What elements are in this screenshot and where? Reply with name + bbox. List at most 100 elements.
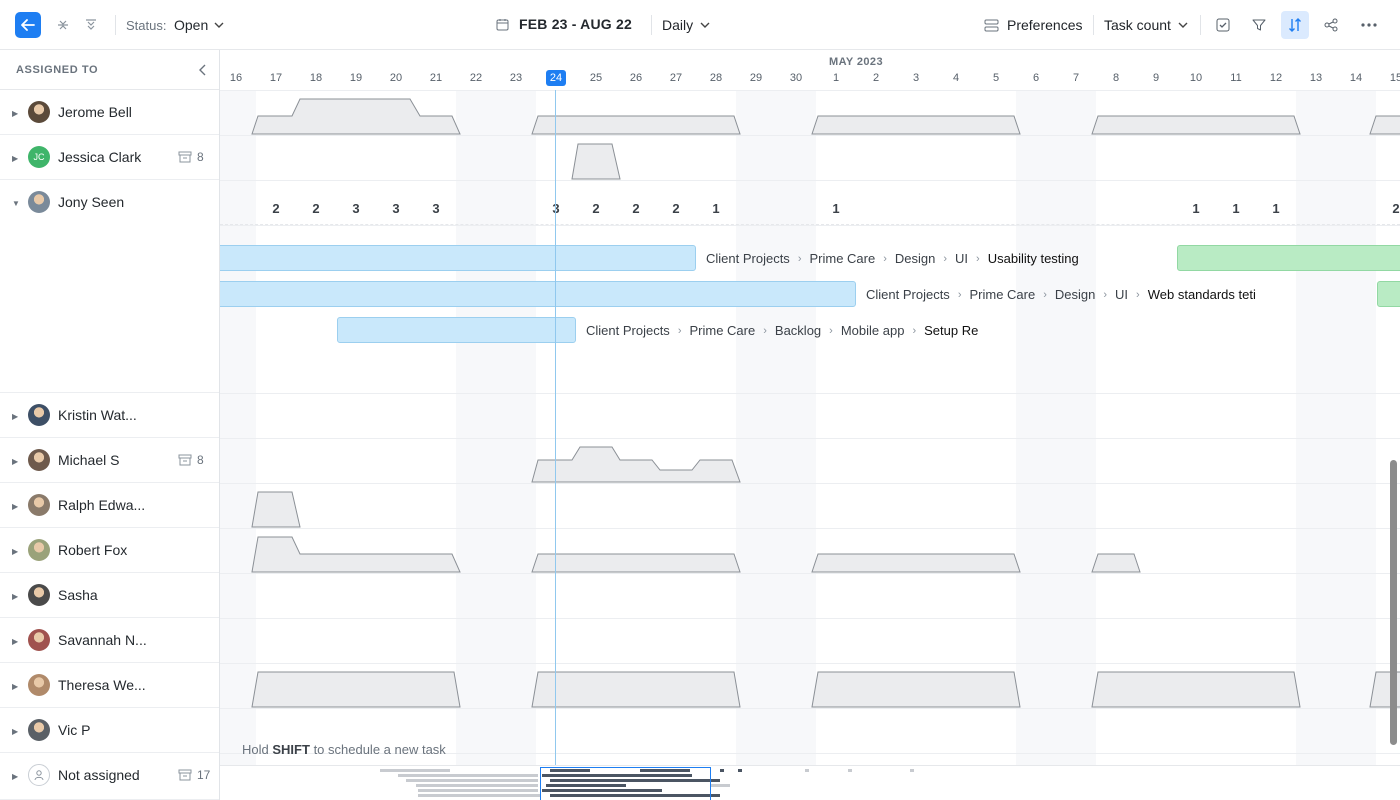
assignee-name: Michael S (58, 452, 120, 468)
task-bar-setup[interactable] (337, 317, 576, 343)
expand-all-icon[interactable] (80, 14, 102, 36)
assignee-name: Not assigned (58, 767, 140, 783)
assignee-name: Robert Fox (58, 542, 128, 558)
sort-button[interactable] (1281, 11, 1309, 39)
caret-right-icon[interactable]: ▶ (12, 457, 18, 466)
preferences-button[interactable]: Preferences (984, 17, 1082, 33)
assignee-row[interactable]: ▶ Not assigned 17 (0, 753, 219, 800)
daily-task-count: 1 (1192, 201, 1200, 216)
metric-dropdown[interactable]: Task count (1104, 17, 1188, 33)
assignee-name: Sasha (58, 587, 98, 603)
daily-task-count: 3 (392, 201, 400, 216)
assignee-row[interactable]: ▶ Theresa We... (0, 663, 219, 708)
assignee-name: Jerome Bell (58, 104, 132, 120)
status-dropdown[interactable]: Open (174, 17, 224, 33)
scale-dropdown[interactable]: Daily (662, 17, 710, 33)
archived-count-badge[interactable]: 17 (178, 768, 210, 782)
assignee-row[interactable]: ▶ Jerome Bell (0, 90, 219, 135)
assignee-row[interactable]: ▶ Kristin Wat... (0, 393, 219, 438)
assignee-row[interactable]: ▶ Savannah N... (0, 618, 219, 663)
assignee-name: Ralph Edwa... (58, 497, 146, 513)
caret-right-icon[interactable]: ▶ (12, 727, 18, 736)
daily-task-count: 2 (672, 201, 680, 216)
minimap-viewport[interactable] (540, 767, 711, 800)
task-title[interactable]: Usability testing (988, 251, 1079, 266)
caret-right-icon[interactable]: ▶ (12, 682, 18, 691)
preferences-icon (984, 19, 999, 31)
archive-icon (178, 454, 192, 466)
collapse-all-icon[interactable] (52, 14, 74, 36)
caret-down-icon[interactable]: ▼ (12, 199, 20, 208)
assignee-name: Theresa We... (58, 677, 146, 693)
assignee-row[interactable]: ▶ JC Jessica Clark 8 (0, 135, 219, 180)
workload-jerome (531, 115, 741, 135)
chevron-down-icon (1178, 22, 1188, 28)
daily-task-count: 1 (832, 201, 840, 216)
assignee-name: Vic P (58, 722, 91, 738)
task-title[interactable]: Web standards teti (1148, 287, 1256, 302)
collapse-sidebar-icon[interactable] (199, 64, 207, 76)
task-title[interactable]: Setup Re (924, 323, 978, 338)
daily-task-count: 2 (632, 201, 640, 216)
caret-right-icon[interactable]: ▶ (12, 772, 18, 781)
daily-task-count: 2 (272, 201, 280, 216)
caret-right-icon[interactable]: ▶ (12, 637, 18, 646)
filter-icon[interactable] (1248, 14, 1270, 36)
daily-task-count: 1 (1232, 201, 1240, 216)
vertical-scrollbar[interactable] (1390, 460, 1397, 745)
workload-jerome (811, 115, 1021, 135)
crumb-segment: Mobile app (840, 323, 905, 338)
back-button[interactable] (15, 12, 41, 38)
caret-right-icon[interactable]: ▶ (12, 109, 18, 118)
caret-right-icon[interactable]: ▶ (12, 412, 18, 421)
task-bar-web-standards[interactable] (220, 281, 856, 307)
avatar (28, 101, 50, 123)
caret-right-icon[interactable]: ▶ (12, 547, 18, 556)
workload-histograms (251, 98, 1400, 708)
timeline-grid[interactable]: MAY 2023 16 17 18 19 20 21 22 23 24 25 26 27 28 29 30 1… (220, 50, 1400, 765)
avatar (28, 629, 50, 651)
sidebar-title: ASSIGNED TO (16, 63, 99, 76)
workload-robert (531, 553, 741, 573)
status-value: Open (174, 17, 209, 33)
crumb-segment: Client Projects (866, 287, 950, 302)
avatar (28, 449, 50, 471)
avatar: JC (28, 146, 50, 168)
crumb-segment: Client Projects (706, 251, 790, 266)
workload-robert (811, 553, 1021, 573)
timeline-minimap[interactable] (220, 765, 1400, 800)
assignee-row[interactable]: ▼ Jony Seen (0, 180, 219, 393)
date-range-picker[interactable]: FEB 23 - AUG 22 (496, 16, 632, 32)
assignee-row[interactable]: ▶ Ralph Edwa... (0, 483, 219, 528)
checkbox-icon[interactable] (1212, 14, 1234, 36)
share-icon[interactable] (1320, 14, 1342, 36)
date-range-text: FEB 23 - AUG 22 (519, 16, 632, 32)
task-breadcrumb: Client Projects › Prime Care › Backlog › Mo… (586, 323, 979, 338)
archived-count-badge[interactable]: 8 (178, 150, 204, 164)
crumb-segment: UI (1115, 287, 1129, 302)
daily-task-count: 2 (1392, 201, 1400, 216)
workload-theresa (251, 671, 461, 708)
preferences-label: Preferences (1007, 17, 1083, 33)
daily-task-count: 3 (352, 201, 360, 216)
workload-jerome (1369, 115, 1400, 135)
archived-count-badge[interactable]: 8 (178, 453, 204, 467)
caret-right-icon[interactable]: ▶ (12, 502, 18, 511)
avatar (28, 404, 50, 426)
workload-theresa (811, 671, 1021, 708)
assignee-row[interactable]: ▶ Vic P (0, 708, 219, 753)
workload-theresa (1091, 671, 1301, 708)
crumb-segment: Design (1054, 287, 1096, 302)
assignee-name: Jessica Clark (58, 149, 142, 165)
task-bar-green[interactable] (1377, 281, 1400, 307)
assignee-row[interactable]: ▶ Sasha (0, 573, 219, 618)
assignee-row[interactable]: ▶ Michael S 8 (0, 438, 219, 483)
assignee-row[interactable]: ▶ Robert Fox (0, 528, 219, 573)
caret-right-icon[interactable]: ▶ (12, 592, 18, 601)
assignee-name: Jony Seen (58, 194, 125, 210)
crumb-segment: UI (955, 251, 969, 266)
more-icon[interactable] (1358, 14, 1380, 36)
caret-right-icon[interactable]: ▶ (12, 154, 18, 163)
task-bar-green[interactable] (1177, 245, 1400, 271)
task-bar-usability-testing[interactable] (220, 245, 696, 271)
